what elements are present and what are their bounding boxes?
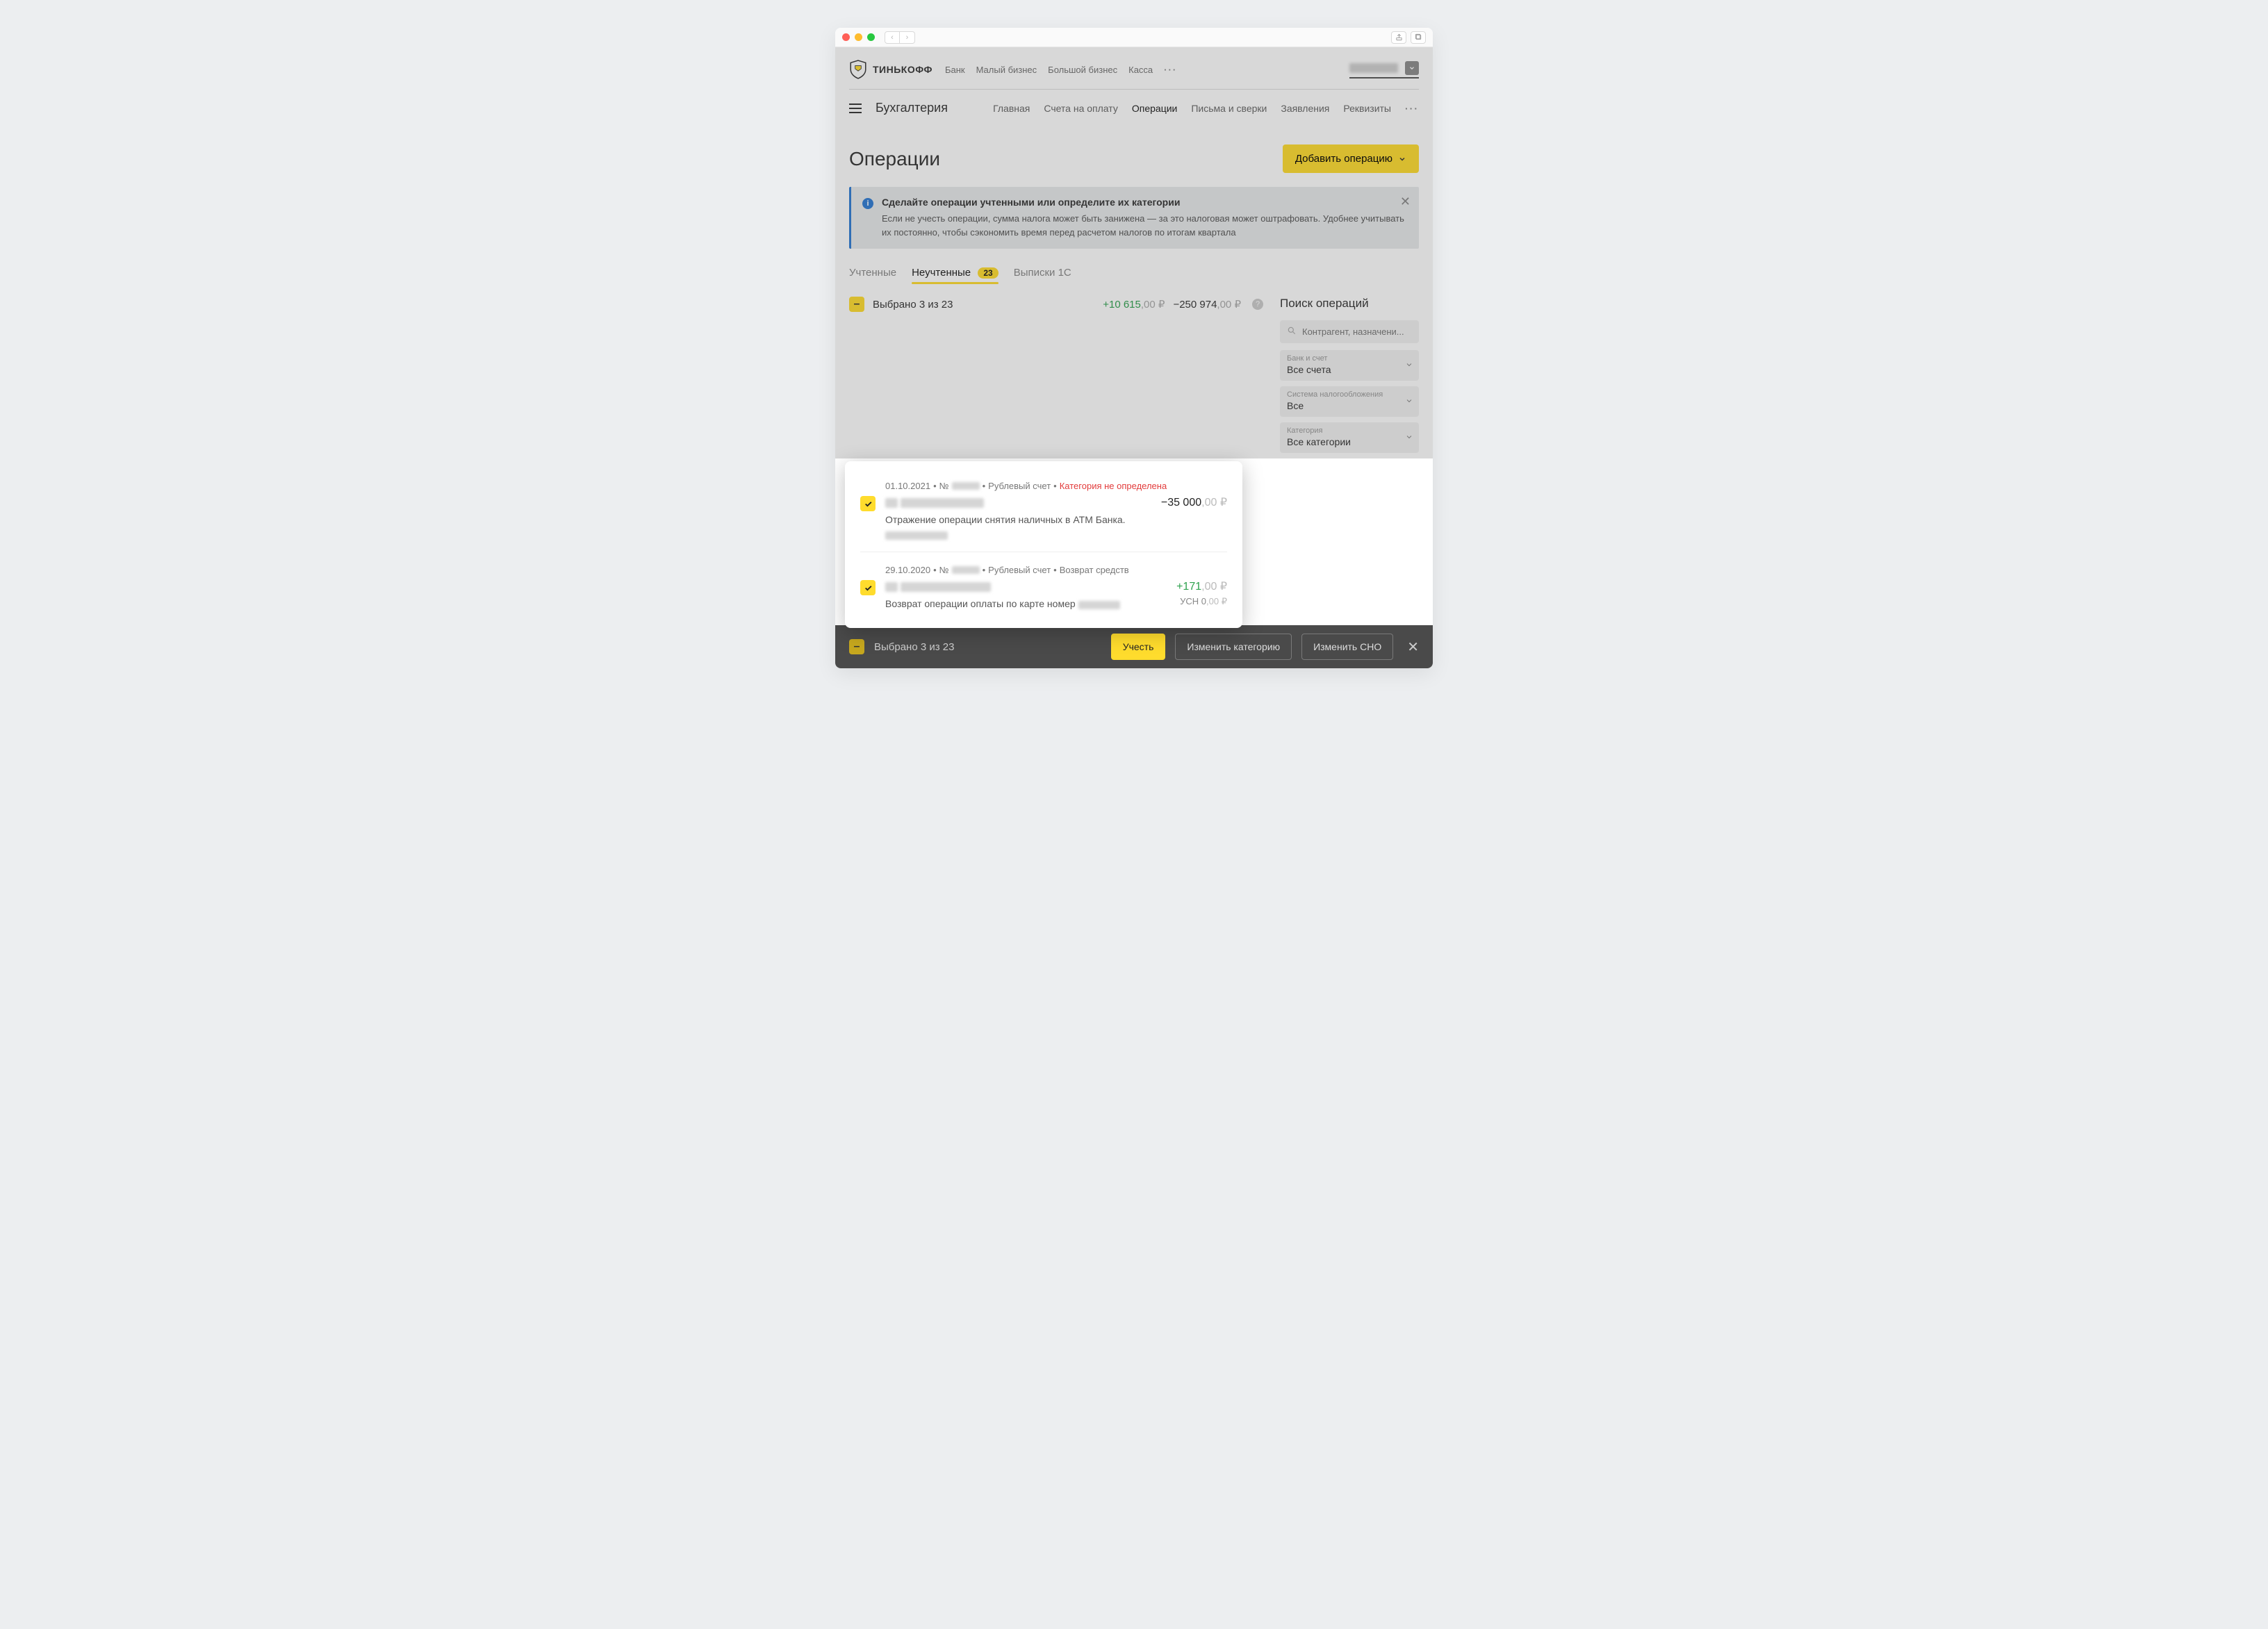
action-bar: Выбрано 3 из 23 Учесть Изменить категори… — [835, 625, 1433, 668]
filter-tax-system[interactable]: Система налогообложения Все — [1280, 386, 1419, 417]
operation-meta: 29.10.2020 • № • Рублевый счет • Возврат… — [885, 565, 1227, 575]
page-title-row: Операции Добавить операцию — [849, 144, 1419, 173]
nav-arrows: ‹ › — [885, 31, 915, 44]
filter-label: Банк и счет — [1287, 354, 1412, 363]
tab-unaccounted[interactable]: Неучтенные 23 — [912, 267, 999, 284]
tab-label: Неучтенные — [912, 267, 971, 279]
app-content: ТИНЬКОФФ Банк Малый бизнес Большой бизне… — [835, 47, 1433, 668]
operation-counterparty — [885, 497, 984, 509]
sub-nav: Главная Счета на оплату Операции Письма … — [993, 103, 1419, 114]
action-bar-selection: Выбрано 3 из 23 — [874, 641, 954, 653]
tab-accounted[interactable]: Учтенные — [849, 267, 896, 284]
add-operation-label: Добавить операцию — [1295, 153, 1392, 165]
search-icon — [1287, 326, 1297, 338]
header: ТИНЬКОФФ Банк Малый бизнес Большой бизне… — [835, 47, 1433, 125]
top-nav-more-icon[interactable]: ··· — [1164, 65, 1177, 75]
select-all-checkbox[interactable] — [849, 297, 864, 312]
window-minimize-icon[interactable] — [855, 33, 862, 41]
operation-counterparty — [885, 581, 991, 593]
shield-icon — [849, 60, 867, 79]
operation-meta: 01.10.2021 • № • Рублевый счет • Категор… — [885, 481, 1227, 491]
top-bar: ТИНЬКОФФ Банк Малый бизнес Большой бизне… — [849, 60, 1419, 90]
action-bar-checkbox[interactable] — [849, 639, 864, 654]
nav-back-button[interactable]: ‹ — [885, 31, 900, 44]
dimmed-region: ТИНЬКОФФ Банк Малый бизнес Большой бизне… — [835, 47, 1433, 458]
info-banner: i Сделайте операции учтенными или опреде… — [849, 187, 1419, 249]
change-sno-button[interactable]: Изменить СНО — [1301, 634, 1393, 660]
help-icon[interactable]: ? — [1252, 299, 1263, 310]
window-close-icon[interactable] — [842, 33, 850, 41]
selection-label: Выбрано 3 из 23 — [873, 299, 953, 311]
top-nav-item[interactable]: Большой бизнес — [1048, 65, 1117, 75]
chevron-down-icon — [1405, 396, 1413, 407]
tab-badge: 23 — [978, 267, 998, 279]
operation-category: Возврат средств — [1060, 565, 1129, 575]
operation-desc: Отражение операции снятия наличных в ATM… — [885, 513, 1227, 540]
filter-value: Все категории — [1287, 436, 1412, 447]
chevron-down-icon — [1405, 432, 1413, 443]
total-credit: +10 615,00 ₽ — [1103, 298, 1165, 311]
filter-category[interactable]: Категория Все категории — [1280, 422, 1419, 453]
window-controls — [842, 33, 875, 41]
section-title: Бухгалтерия — [876, 101, 948, 115]
page-title: Операции — [849, 148, 940, 170]
nav-forward-button[interactable]: › — [900, 31, 915, 44]
sidebar-title: Поиск операций — [1280, 297, 1419, 311]
browser-chrome: ‹ › — [835, 28, 1433, 47]
filter-label: Система налогообложения — [1287, 390, 1412, 399]
top-nav-item[interactable]: Банк — [945, 65, 965, 75]
logo[interactable]: ТИНЬКОФФ — [849, 60, 932, 79]
operation-amount: −35 000,00 ₽ — [1161, 495, 1227, 509]
operation-checkbox[interactable] — [860, 496, 876, 511]
banner-title: Сделайте операции учтенными или определи… — [882, 197, 1408, 208]
top-nav-item[interactable]: Малый бизнес — [976, 65, 1037, 75]
filter-value: Все счета — [1287, 364, 1412, 375]
operation-row[interactable]: 01.10.2021 • № • Рублевый счет • Категор… — [860, 474, 1227, 547]
brand-text: ТИНЬКОФФ — [873, 64, 932, 75]
add-operation-button[interactable]: Добавить операцию — [1283, 144, 1419, 173]
sub-nav-item-active[interactable]: Операции — [1132, 103, 1178, 114]
window-zoom-icon[interactable] — [867, 33, 875, 41]
page-body: Операции Добавить операцию i Сделайте оп… — [835, 125, 1433, 458]
top-nav-item[interactable]: Касса — [1128, 65, 1153, 75]
operations-card: 01.10.2021 • № • Рублевый счет • Категор… — [845, 461, 1242, 628]
operation-category: Категория не определена — [1060, 481, 1167, 491]
filter-bank-account[interactable]: Банк и счет Все счета — [1280, 350, 1419, 381]
action-bar-close-button[interactable]: ✕ — [1407, 638, 1419, 656]
info-icon: i — [862, 198, 873, 209]
operation-row[interactable]: 29.10.2020 • № • Рублевый счет • Возврат… — [860, 552, 1227, 618]
user-menu-button[interactable] — [1405, 61, 1419, 75]
operation-tax-amount: УСН 0,00 ₽ — [1180, 596, 1227, 607]
share-button[interactable] — [1391, 31, 1406, 44]
tabs: Учтенные Неучтенные 23 Выписки 1С — [849, 267, 1419, 284]
user-name — [1349, 63, 1398, 73]
sub-nav-item[interactable]: Заявления — [1281, 103, 1329, 114]
top-nav: Банк Малый бизнес Большой бизнес Касса ·… — [945, 65, 1177, 75]
chevron-down-icon — [1405, 360, 1413, 371]
operation-amount: +171,00 ₽ — [1176, 579, 1227, 593]
tabs-button[interactable] — [1411, 31, 1426, 44]
accept-button[interactable]: Учесть — [1111, 634, 1166, 660]
banner-close-button[interactable]: ✕ — [1400, 195, 1411, 208]
chevron-down-icon — [1398, 155, 1406, 163]
operation-desc: Возврат операции оплаты по карте номер — [885, 597, 1120, 611]
filter-label: Категория — [1287, 427, 1412, 435]
browser-window: ‹ › ТИНЬКОФФ Банк — [835, 28, 1433, 668]
total-debit: −250 974,00 ₽ — [1173, 298, 1241, 311]
operation-checkbox[interactable] — [860, 580, 876, 595]
sub-nav-item[interactable]: Счета на оплату — [1044, 103, 1118, 114]
sub-nav-more-icon[interactable]: ··· — [1405, 103, 1419, 114]
sub-nav-item[interactable]: Реквизиты — [1343, 103, 1391, 114]
tab-statements[interactable]: Выписки 1С — [1014, 267, 1071, 284]
sub-nav-item[interactable]: Главная — [993, 103, 1030, 114]
banner-desc: Если не учесть операции, сумма налога мо… — [882, 212, 1408, 239]
sub-nav-item[interactable]: Письма и сверки — [1191, 103, 1267, 114]
change-category-button[interactable]: Изменить категорию — [1175, 634, 1292, 660]
filter-value: Все — [1287, 400, 1412, 411]
menu-icon[interactable] — [849, 104, 862, 113]
search-input[interactable] — [1302, 326, 1412, 337]
sub-header: Бухгалтерия Главная Счета на оплату Опер… — [849, 90, 1419, 125]
selection-summary: Выбрано 3 из 23 +10 615,00 ₽ −250 974,00… — [849, 297, 1263, 312]
search-field[interactable] — [1280, 320, 1419, 343]
